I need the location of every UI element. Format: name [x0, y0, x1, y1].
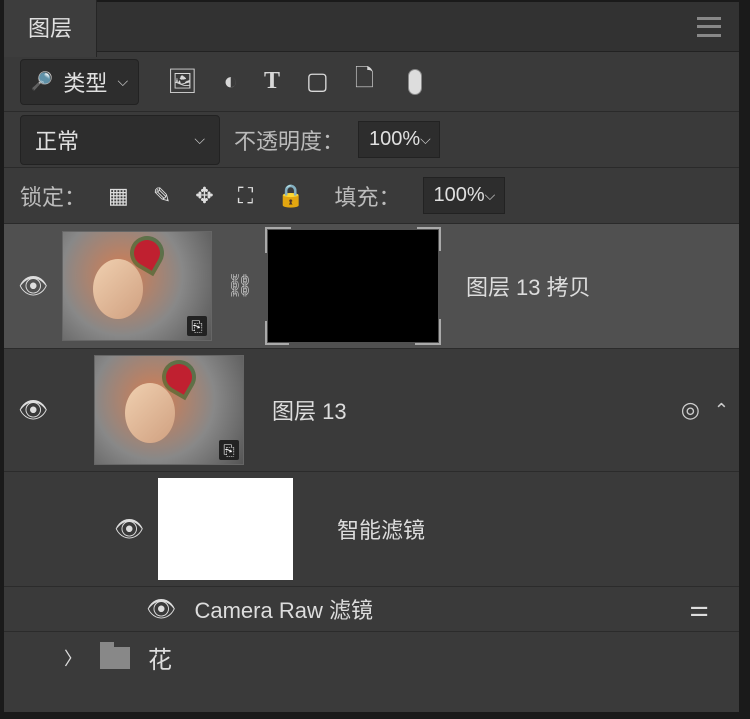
opacity-input[interactable]: 100% ⌵ — [358, 121, 440, 158]
layer-thumbnail[interactable]: ⎘ — [94, 355, 244, 465]
lock-row: 锁定： ▦ ✎ ✥ ⛶ 🔒 填充： 100% ⌵ — [4, 168, 739, 224]
fill-input[interactable]: 100% ⌵ — [423, 177, 505, 214]
visibility-eye-icon[interactable]: 👁 — [18, 272, 48, 301]
visibility-eye-icon[interactable]: 👁 — [18, 396, 48, 425]
fill-value: 100% — [434, 184, 485, 207]
panel-menu-icon[interactable] — [697, 17, 721, 37]
layer-filter-row: 🔍 类型 ⌵ 🖼 ◐ T ▢ 🗋 — [4, 52, 739, 112]
layer-thumbnail[interactable]: ⎘ — [62, 231, 212, 341]
lock-transparent-icon[interactable]: ▦ — [108, 183, 129, 209]
search-icon: 🔍 — [31, 71, 53, 92]
smart-filter-mask-thumbnail[interactable] — [158, 478, 293, 580]
chevron-down-icon: ⌵ — [485, 187, 496, 204]
filter-adjustment-icon[interactable]: ◐ — [224, 68, 239, 96]
mask-link-icon[interactable]: ⛓ — [226, 273, 254, 299]
chevron-down-icon: ⌵ — [420, 131, 431, 148]
blend-row: 正常 ⌵ 不透明度： 100% ⌵ — [4, 112, 739, 168]
filter-type-select[interactable]: 🔍 类型 ⌵ — [20, 59, 139, 105]
smart-filters-row[interactable]: 👁 智能滤镜 — [4, 472, 739, 587]
panel-tab-bar: 图层 — [4, 2, 739, 52]
lock-label: 锁定： — [20, 180, 86, 212]
filter-pixel-icon[interactable]: 🖼 — [167, 67, 197, 96]
visibility-eye-icon[interactable]: 👁 — [114, 515, 144, 544]
chevron-down-icon: ⌵ — [194, 131, 205, 148]
filter-shape-icon[interactable]: ▢ — [306, 67, 329, 96]
opacity-label: 不透明度： — [234, 124, 344, 156]
smart-object-badge-icon: ⎘ — [187, 316, 207, 336]
filter-toggle-switch[interactable] — [408, 69, 422, 95]
layer-row[interactable]: 👁 ⎘ 图层 13 ◎ ⌃ — [4, 349, 739, 472]
filter-kind-icons: 🖼 ◐ T ▢ 🗋 — [167, 61, 374, 102]
group-name-text: 花 — [148, 640, 172, 675]
collapse-chevron-icon: ⌃ — [714, 400, 729, 421]
layer-mask-thumbnail[interactable] — [268, 230, 438, 342]
layers-panel: 图层 🔍 类型 ⌵ 🖼 ◐ T ▢ 🗋 正常 ⌵ 不透明度： 100% ⌵ — [4, 2, 739, 712]
layers-list: 👁 ⎘ ⛓ 图层 13 拷贝 👁 ⎘ 图层 13 ◎ ⌃ 👁 — [4, 224, 739, 712]
smart-object-badge-icon: ⎘ — [219, 440, 239, 460]
layer-group-row[interactable]: 〉 花 — [4, 632, 739, 683]
lock-all-icon[interactable]: 🔒 — [277, 183, 304, 209]
opacity-value: 100% — [369, 128, 420, 151]
blend-mode-value: 正常 — [35, 124, 79, 156]
visibility-eye-icon[interactable]: 👁 — [146, 595, 176, 624]
effects-toggle[interactable]: ◎ ⌃ — [681, 397, 729, 423]
layer-name-text: 图层 13 — [272, 394, 347, 426]
folder-icon — [100, 647, 130, 669]
filter-type-text-icon[interactable]: T — [264, 68, 280, 95]
fill-label: 填充： — [335, 180, 401, 212]
expand-chevron-icon[interactable]: 〉 — [64, 645, 82, 671]
lock-artboard-icon[interactable]: ⛶ — [238, 183, 253, 209]
blend-mode-select[interactable]: 正常 ⌵ — [20, 115, 220, 165]
smart-filters-label: 智能滤镜 — [337, 513, 425, 545]
smart-filter-entry[interactable]: 👁 Camera Raw 滤镜 ⚌ — [4, 587, 739, 632]
filter-smartobj-icon[interactable]: 🗋 — [355, 61, 374, 102]
lock-brush-icon[interactable]: ✎ — [153, 183, 171, 209]
filter-settings-icon[interactable]: ⚌ — [689, 596, 705, 622]
filter-type-label: 类型 — [63, 66, 107, 98]
tab-layers[interactable]: 图层 — [4, 0, 97, 57]
layer-name-text: 图层 13 拷贝 — [466, 270, 591, 302]
layer-row[interactable]: 👁 ⎘ ⛓ 图层 13 拷贝 — [4, 224, 739, 349]
chevron-down-icon: ⌵ — [117, 73, 128, 90]
effects-ring-icon: ◎ — [681, 397, 700, 423]
lock-position-icon[interactable]: ✥ — [195, 183, 213, 209]
filter-entry-name: Camera Raw 滤镜 — [194, 593, 372, 625]
